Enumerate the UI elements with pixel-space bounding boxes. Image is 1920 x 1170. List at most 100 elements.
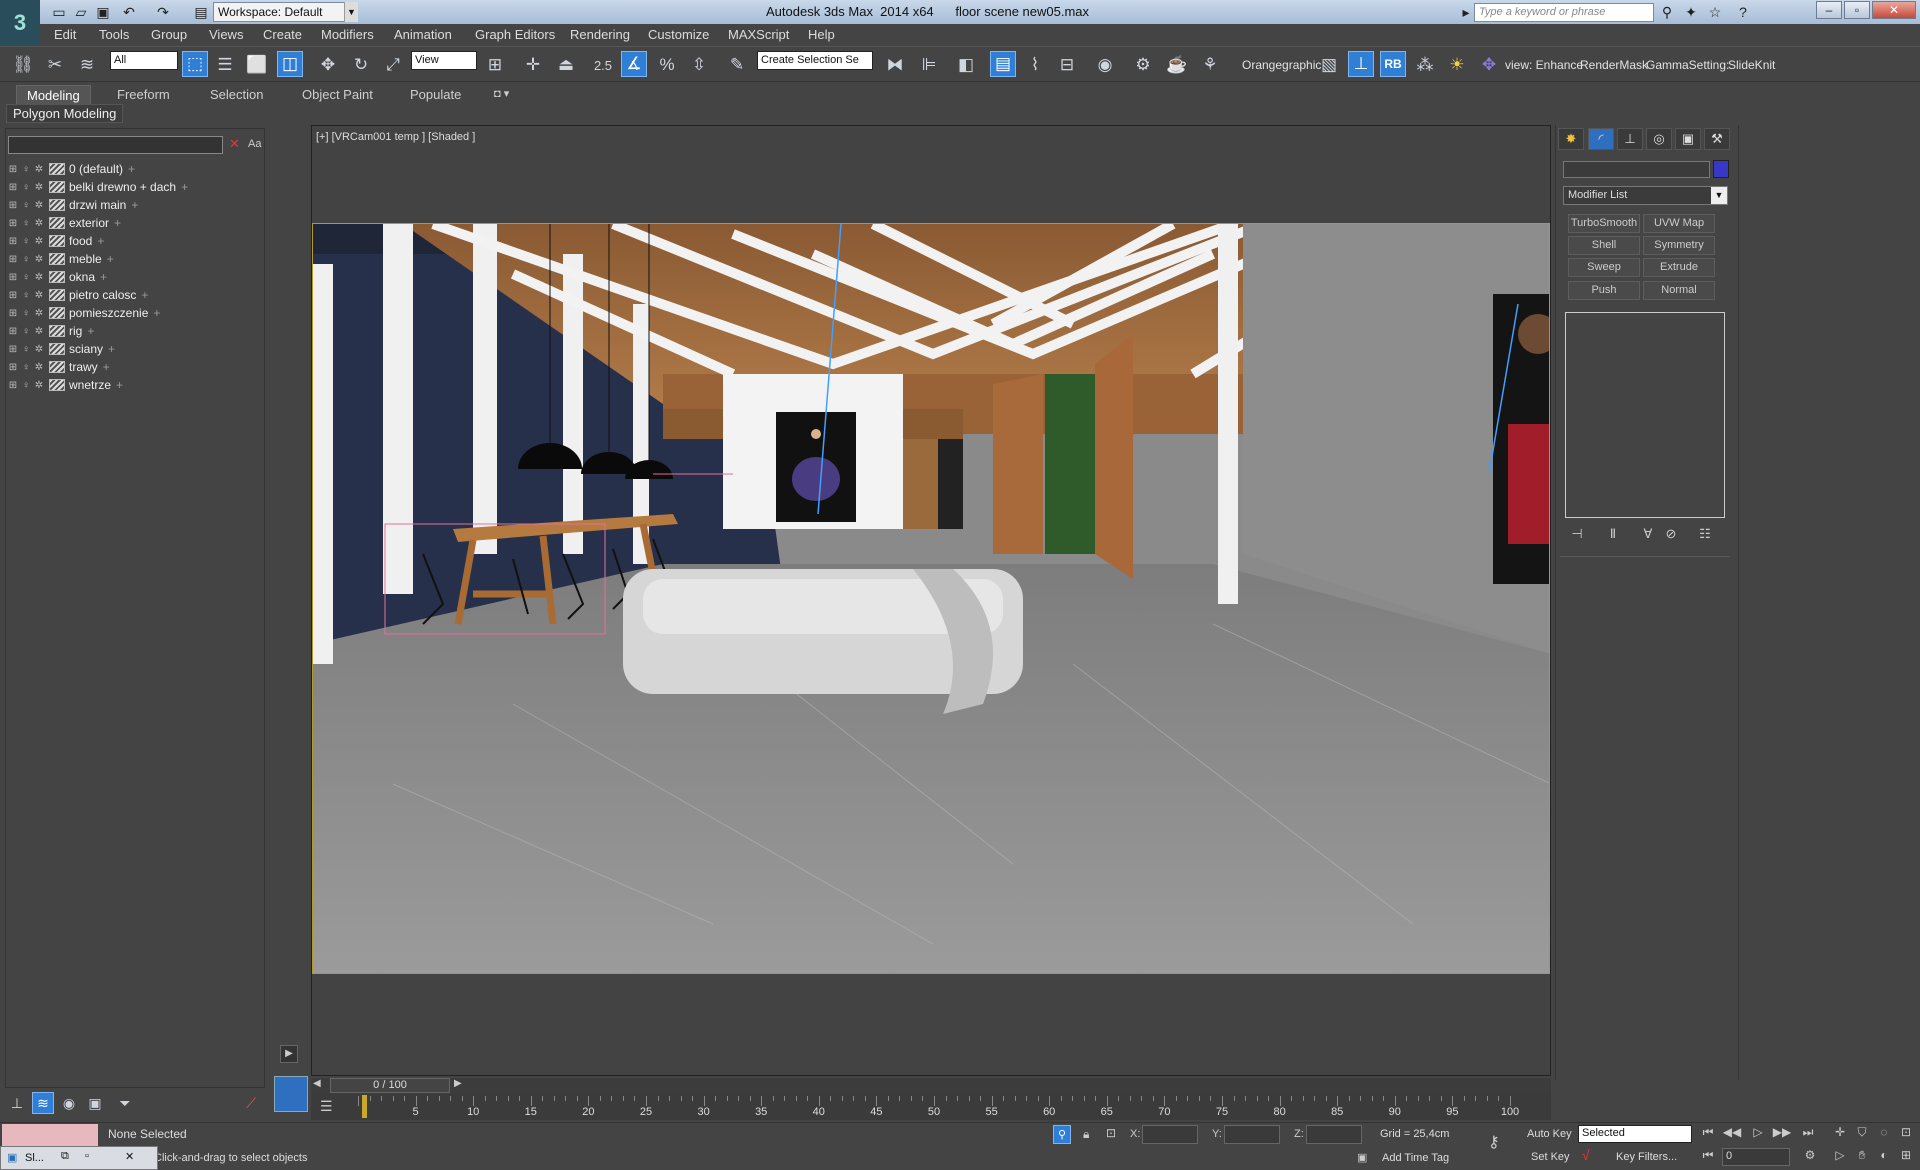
render-setup-icon[interactable]: ⚙: [1130, 52, 1156, 78]
tab-populate[interactable]: Populate: [400, 85, 471, 105]
select-manipulate-icon[interactable]: ✛: [520, 52, 546, 78]
expand-icon[interactable]: ⊞: [8, 254, 18, 265]
add-icon[interactable]: +: [128, 162, 135, 176]
menu-animation[interactable]: Animation: [394, 27, 452, 42]
rect-selection-icon[interactable]: ⬜: [244, 52, 270, 78]
help-icon[interactable]: ?: [1734, 3, 1752, 21]
add-icon[interactable]: +: [114, 216, 121, 230]
expand-icon[interactable]: ⊞: [8, 344, 18, 355]
sun-icon[interactable]: ☀: [1444, 52, 1470, 78]
mirror-icon[interactable]: ⧓: [882, 52, 908, 78]
snap-toggle-icon[interactable]: 2.5: [590, 52, 616, 78]
layer-row[interactable]: ⊞ ♀ ✲ trawy +: [8, 358, 263, 376]
previous-frame-icon[interactable]: ◀◀: [1722, 1125, 1742, 1143]
y-coordinate-field[interactable]: [1224, 1125, 1280, 1144]
object-color-swatch[interactable]: [1713, 160, 1729, 178]
add-icon[interactable]: +: [131, 198, 138, 212]
layer-row[interactable]: ⊞ ♀ ✲ food +: [8, 232, 263, 250]
current-frame-field[interactable]: 0: [1722, 1148, 1790, 1166]
modifier-stack[interactable]: [1565, 312, 1725, 518]
viewport-scene[interactable]: [312, 223, 1550, 974]
hierarchy-icon[interactable]: ⊥: [1348, 51, 1374, 77]
menu-edit[interactable]: Edit: [54, 27, 76, 42]
menu-maxscript[interactable]: MAXScript: [728, 27, 789, 42]
time-config-icon[interactable]: ⚙: [1800, 1148, 1820, 1166]
project-folder-icon[interactable]: ▤: [192, 3, 210, 21]
modifier-list-dropdown[interactable]: Modifier List: [1563, 186, 1728, 205]
orbit-subobject-icon[interactable]: ◐: [1874, 1148, 1894, 1166]
layer-row[interactable]: ⊞ ♀ ✲ okna +: [8, 268, 263, 286]
keyboard-shortcut-icon[interactable]: ⏏: [553, 52, 579, 78]
freeze-icon[interactable]: ✲: [34, 236, 44, 247]
auto-key-button[interactable]: Auto Key: [1527, 1128, 1572, 1140]
field-of-view-icon[interactable]: ▷: [1830, 1148, 1850, 1166]
key-icon[interactable]: ⚷: [1488, 1132, 1500, 1152]
scale-icon[interactable]: ⤢: [380, 52, 406, 78]
mini-curve-editor-button[interactable]: [274, 1076, 308, 1112]
time-slider-track[interactable]: [311, 1078, 1551, 1094]
menu-graph-editors[interactable]: Graph Editors: [475, 27, 555, 42]
binoculars-icon[interactable]: ⚲: [1658, 3, 1676, 21]
visibility-icon[interactable]: ♀: [21, 200, 31, 211]
expand-icon[interactable]: ▸: [1460, 3, 1472, 21]
extrude-button[interactable]: Extrude: [1643, 258, 1715, 277]
expand-icon[interactable]: ⊞: [8, 218, 18, 229]
maximize-icon[interactable]: ▫: [85, 1150, 89, 1162]
go-to-end-icon[interactable]: ⏭: [1798, 1125, 1818, 1143]
symmetry-button[interactable]: Symmetry: [1643, 236, 1715, 255]
add-icon[interactable]: +: [103, 360, 110, 374]
tab-modeling[interactable]: Modeling: [16, 85, 91, 105]
expand-icon[interactable]: ⊞: [8, 182, 18, 193]
app-menu-button[interactable]: 3: [0, 0, 40, 46]
add-icon[interactable]: +: [153, 306, 160, 320]
angle-snap-icon[interactable]: ∡: [621, 51, 647, 77]
expand-icon[interactable]: ⊞: [8, 362, 18, 373]
next-frame-icon[interactable]: ▶: [454, 1078, 462, 1089]
freeze-icon[interactable]: ✲: [34, 362, 44, 373]
display-icon[interactable]: ◉: [58, 1092, 80, 1114]
set-key-button[interactable]: Set Key: [1531, 1151, 1570, 1163]
tools-icon[interactable]: ✦: [1682, 3, 1700, 21]
freeze-icon[interactable]: ✲: [34, 380, 44, 391]
clear-search-icon[interactable]: ✕: [229, 136, 240, 152]
make-unique-icon[interactable]: ∀: [1637, 526, 1659, 544]
display-tab-icon[interactable]: ▣: [1675, 128, 1701, 150]
turbosmooth-button[interactable]: TurboSmooth: [1568, 214, 1640, 233]
menu-tools[interactable]: Tools: [99, 27, 129, 42]
z-coordinate-field[interactable]: [1306, 1125, 1362, 1144]
named-selection-dropdown[interactable]: Create Selection Se: [757, 51, 873, 70]
bind-space-warp-icon[interactable]: ≋: [74, 52, 100, 78]
hierarchy-tab-icon[interactable]: ⊥: [1617, 128, 1643, 150]
schematic-view-icon[interactable]: ⊟: [1054, 52, 1080, 78]
time-tag-icon[interactable]: ▣: [1357, 1151, 1367, 1164]
visibility-icon[interactable]: ♀: [21, 236, 31, 247]
viewport-label[interactable]: [+] [VRCam001 temp ] [Shaded ]: [316, 131, 475, 143]
chevron-down-icon[interactable]: ▼: [1711, 187, 1727, 204]
key-mode-toggle-icon[interactable]: ⏮: [1698, 1148, 1718, 1166]
tab-freeform[interactable]: Freeform: [107, 85, 180, 105]
expand-icon[interactable]: ⊞: [8, 164, 18, 175]
unlink-icon[interactable]: ✂: [42, 52, 68, 78]
menu-rendering[interactable]: Rendering: [570, 27, 630, 42]
layer-row[interactable]: ⊞ ♀ ✲ pomieszczenie +: [8, 304, 263, 322]
pin-stack-icon[interactable]: ⊣: [1566, 526, 1588, 544]
pivot-center-icon[interactable]: ⊞: [482, 52, 508, 78]
layer-row[interactable]: ⊞ ♀ ✲ rig +: [8, 322, 263, 340]
ribbon-options-icon[interactable]: ◘ ▾: [484, 85, 519, 105]
isolate-selection-icon[interactable]: ⚲: [1053, 1125, 1071, 1144]
expand-strip-icon[interactable]: ▶: [280, 1045, 298, 1063]
zoom-all-icon[interactable]: ⛉: [1852, 1125, 1872, 1143]
save-icon[interactable]: ▣: [94, 3, 112, 21]
visibility-icon[interactable]: ♀: [21, 164, 31, 175]
move-icon[interactable]: ✥: [315, 52, 341, 78]
layer-row[interactable]: ⊞ ♀ ✲ pietro calosc +: [8, 286, 263, 304]
expand-icon[interactable]: ⊞: [8, 326, 18, 337]
motion-tab-icon[interactable]: ◎: [1646, 128, 1672, 150]
key-mode-dropdown[interactable]: Selected: [1578, 1125, 1692, 1143]
timeline-ruler[interactable]: 5 10 15 20 25 30 35 40 45 50 55 60 65 70 75 80 85 90 95 100: [358, 1096, 1519, 1118]
x-coordinate-field[interactable]: [1142, 1125, 1198, 1144]
menu-modifiers[interactable]: Modifiers: [321, 27, 374, 42]
plugin-rendermask[interactable]: RenderMask: [1580, 58, 1648, 72]
curve-editor-icon[interactable]: ⌇: [1022, 52, 1048, 78]
expand-icon[interactable]: ⊞: [8, 200, 18, 211]
